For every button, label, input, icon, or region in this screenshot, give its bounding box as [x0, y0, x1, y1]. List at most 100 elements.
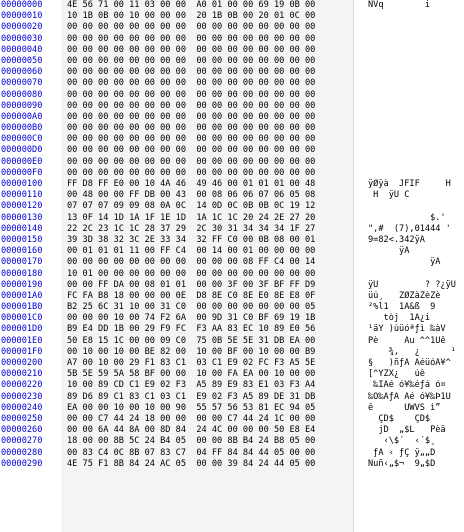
hex-bytes-row[interactable]: A7 00 10 00 29 F1 83 C1 03 C1 E9 02 FC F… [63, 358, 353, 369]
offset-label: 00000110 [1, 190, 43, 201]
ascii-row[interactable]: jD „$L Pèä [360, 425, 464, 436]
offset-label: 00000210 [1, 369, 43, 380]
hex-bytes-row[interactable]: 89 D6 89 C1 83 C1 03 C1 E9 02 F3 A5 89 D… [63, 392, 353, 403]
hex-bytes-row[interactable]: 10 00 89 CD C1 E9 02 F3 A5 89 E9 83 E1 0… [63, 380, 353, 391]
ascii-row[interactable] [360, 123, 464, 134]
hex-bytes-row[interactable]: FC FA B8 18 00 00 00 0E D8 8E C0 8E E0 8… [63, 291, 353, 302]
ascii-row[interactable]: Pè Àu ^^1Ûê [360, 336, 464, 347]
hex-bytes-row[interactable]: 5B 5E 59 5A 58 BF 00 00 10 00 FA EA 00 1… [63, 369, 353, 380]
ascii-row[interactable] [360, 90, 464, 101]
offset-label: 00000040 [1, 44, 43, 55]
hex-bytes-row[interactable]: B2 25 6C 31 10 00 31 C0 00 00 00 00 00 0… [63, 302, 353, 313]
hex-bytes-row[interactable]: 00 00 00 00 00 00 00 00 00 00 00 00 00 0… [63, 134, 353, 145]
ascii-row[interactable] [360, 67, 464, 78]
hex-bytes-row[interactable]: 00 00 00 00 00 00 00 00 00 00 00 00 00 0… [63, 22, 353, 33]
hex-bytes-row[interactable]: 00 00 00 00 00 00 00 00 00 00 00 00 00 0… [63, 145, 353, 156]
hex-bytes-row[interactable]: 00 00 00 00 00 00 00 00 00 00 00 00 00 0… [63, 101, 353, 112]
hex-bytes-row[interactable]: 39 3D 38 32 3C 2E 33 34 32 FF C0 00 0B 0… [63, 235, 353, 246]
hex-bytes-row[interactable]: 00 00 00 00 00 00 00 00 00 00 00 00 00 0… [63, 78, 353, 89]
offset-label: 00000160 [1, 246, 43, 257]
hex-bytes-row[interactable]: 00 01 01 01 11 00 FF C4 00 14 00 01 00 0… [63, 246, 353, 257]
ascii-row[interactable]: tòj 1À¿i [360, 313, 464, 324]
offset-label: 00000060 [1, 67, 43, 78]
hex-bytes-row[interactable]: 00 00 00 00 00 00 00 00 00 00 00 00 00 0… [63, 112, 353, 123]
ascii-row[interactable] [360, 112, 464, 123]
ascii-row[interactable]: 9=82<.342ÿÀ [360, 235, 464, 246]
ascii-column[interactable]: NVq i ÿØÿà JFIF H H ÿÛ C $.' ",# (7),01444… [360, 0, 464, 532]
hex-bytes-row[interactable]: 00 00 00 00 00 00 00 00 00 00 00 00 00 0… [63, 157, 353, 168]
ascii-row[interactable] [360, 34, 464, 45]
hex-bytes-row[interactable]: 00 00 00 00 00 00 00 00 00 00 00 00 00 0… [63, 34, 353, 45]
ascii-row[interactable]: ƒÄ ‹ ƒÇ ÿ„„D [360, 448, 464, 459]
hex-bytes-row[interactable]: 00 00 00 00 00 00 00 00 00 00 00 00 00 0… [63, 123, 353, 134]
ascii-row[interactable] [360, 134, 464, 145]
ascii-row[interactable] [360, 56, 464, 67]
ascii-row[interactable] [360, 168, 464, 179]
hex-bytes-row[interactable]: 00 00 00 00 00 00 00 00 00 00 00 00 00 0… [63, 45, 353, 56]
offset-label: 000001D0 [1, 324, 43, 335]
ascii-row[interactable] [360, 269, 464, 280]
hex-bytes-row[interactable]: 00 48 00 00 FF DB 00 43 00 08 06 06 07 0… [63, 190, 353, 201]
ascii-row[interactable]: ¾‚ ¿ ¹ [360, 347, 464, 358]
offset-label: 00000190 [1, 279, 43, 290]
ascii-row[interactable] [360, 78, 464, 89]
ascii-row[interactable]: [^YZX¿ úê [360, 369, 464, 380]
hex-bytes-row[interactable]: 10 01 00 00 00 00 00 00 00 00 00 00 00 0… [63, 269, 353, 280]
ascii-row[interactable]: ‹\$´ ‹´$¸ [360, 436, 464, 447]
hex-bytes-row[interactable]: 4E 56 71 00 11 03 00 00 A0 01 00 00 69 1… [63, 0, 353, 11]
ascii-row[interactable]: NVq i [360, 0, 464, 11]
hex-bytes-row[interactable]: 00 00 00 00 00 00 00 00 00 00 00 00 00 0… [63, 67, 353, 78]
hex-bytes-row[interactable]: 00 00 00 00 00 00 00 00 00 00 00 00 00 0… [63, 56, 353, 67]
hex-bytes-row[interactable]: 00 00 6A 44 8A 00 8D 84 24 4C 00 00 00 5… [63, 425, 353, 436]
ascii-row[interactable] [360, 11, 464, 22]
ascii-row[interactable]: ÿÄ [360, 246, 464, 257]
ascii-row[interactable]: ¹äÝ )ùüóªƒì ‰àV [360, 324, 464, 335]
hex-bytes-row[interactable]: FF D8 FF E0 00 10 4A 46 49 46 00 01 01 0… [63, 179, 353, 190]
ascii-row[interactable] [360, 157, 464, 168]
hex-bytes-row[interactable]: 00 83 C4 0C 8B 07 83 C7 04 FF 84 84 44 0… [63, 448, 353, 459]
ascii-row[interactable]: ‰Ö‰ÁƒÁ Áé ó¥‰Þ1Û [360, 392, 464, 403]
ascii-row[interactable]: ²%l1 1À&ß 9 [360, 302, 464, 313]
ascii-row[interactable]: Nuñ‹„$¬ 9„$D [360, 459, 464, 470]
ascii-row[interactable] [360, 201, 464, 212]
ascii-row[interactable]: üú¸ ŽØŽàŽèŽè [360, 291, 464, 302]
ascii-row[interactable]: ÿÄ [360, 257, 464, 268]
ascii-row[interactable] [360, 45, 464, 56]
ascii-row[interactable]: ‰ÍÁé ó¥‰éƒá ó¤ [360, 380, 464, 391]
hex-bytes-row[interactable]: 22 2C 23 1C 1C 28 37 29 2C 30 31 34 34 3… [63, 224, 353, 235]
ascii-row[interactable]: ÿÚ ? ?¿ÿÙ [360, 280, 464, 291]
offset-label: 00000170 [1, 257, 43, 268]
hex-bytes-row[interactable]: 00 00 00 00 00 00 00 00 00 00 00 00 00 0… [63, 90, 353, 101]
ascii-row[interactable]: ÿØÿà JFIF H [360, 179, 464, 190]
hex-bytes-row[interactable]: B9 E4 DD 1B 00 29 F9 FC F3 AA 83 EC 10 8… [63, 324, 353, 335]
hex-bytes-row[interactable]: 00 00 00 00 00 00 00 00 00 00 00 08 FF C… [63, 257, 353, 268]
ascii-row[interactable] [360, 145, 464, 156]
ascii-row[interactable]: ",# (7),01444 ' [360, 224, 464, 235]
ascii-row[interactable]: ÇD$ ÇD$ [360, 414, 464, 425]
hex-editor-view[interactable]: 00000000 00000010 00000020 00000030 00000040… [0, 0, 464, 532]
ascii-row[interactable]: H ÿÛ C [360, 190, 464, 201]
ascii-row[interactable] [360, 101, 464, 112]
offset-label: 00000100 [1, 179, 43, 189]
hex-bytes-row[interactable]: 00 00 FF DA 00 08 01 01 00 00 3F 00 3F B… [63, 280, 353, 291]
offset-label: 000000E0 [1, 156, 43, 167]
hex-bytes-row[interactable]: 00 00 C7 44 24 18 00 00 00 00 C7 44 24 1… [63, 414, 353, 425]
offset-label: 00000130 [1, 212, 43, 223]
hex-bytes-row[interactable]: 00 00 00 00 00 00 00 00 00 00 00 00 00 0… [63, 168, 353, 179]
hex-bytes-row[interactable]: 13 0F 14 1D 1A 1F 1E 1D 1A 1C 1C 20 24 2… [63, 213, 353, 224]
hex-bytes-row[interactable]: 18 00 00 8B 5C 24 B4 05 00 00 8B B4 24 B… [63, 436, 353, 447]
hex-bytes-row[interactable]: 00 10 00 10 00 BE 82 00 10 00 BF 00 10 0… [63, 347, 353, 358]
ascii-row[interactable]: ê UWVS ì” [360, 403, 464, 414]
hex-bytes-row[interactable]: 10 1B 0B 00 10 00 00 00 20 1B 0B 00 20 0… [63, 11, 353, 22]
hex-bytes-row[interactable]: EA 00 00 10 00 10 00 90 55 57 56 53 81 E… [63, 403, 353, 414]
hex-bytes-row[interactable]: 00 00 00 10 00 74 F2 6A 00 9D 31 C0 BF 6… [63, 313, 353, 324]
hex-bytes-row[interactable]: 50 E8 15 1C 00 00 09 C0 75 0B 5E 5E 31 D… [63, 336, 353, 347]
hex-bytes-row[interactable]: 07 07 07 09 09 08 0A 0C 14 0D 0C 0B 0B 0… [63, 201, 353, 212]
offset-label: 00000090 [1, 100, 43, 111]
ascii-row[interactable]: § )ñƒÁ ÁéüóÁ¥^ [360, 358, 464, 369]
ascii-row[interactable]: $.' [360, 213, 464, 224]
hex-bytes-row[interactable]: 4E 75 F1 8B 84 24 AC 05 00 00 39 84 24 4… [63, 459, 353, 470]
ascii-row[interactable] [360, 22, 464, 33]
offset-label: 000000C0 [1, 134, 43, 145]
hex-bytes-column[interactable]: 4E 56 71 00 11 03 00 00 A0 01 00 00 69 1… [62, 0, 354, 532]
